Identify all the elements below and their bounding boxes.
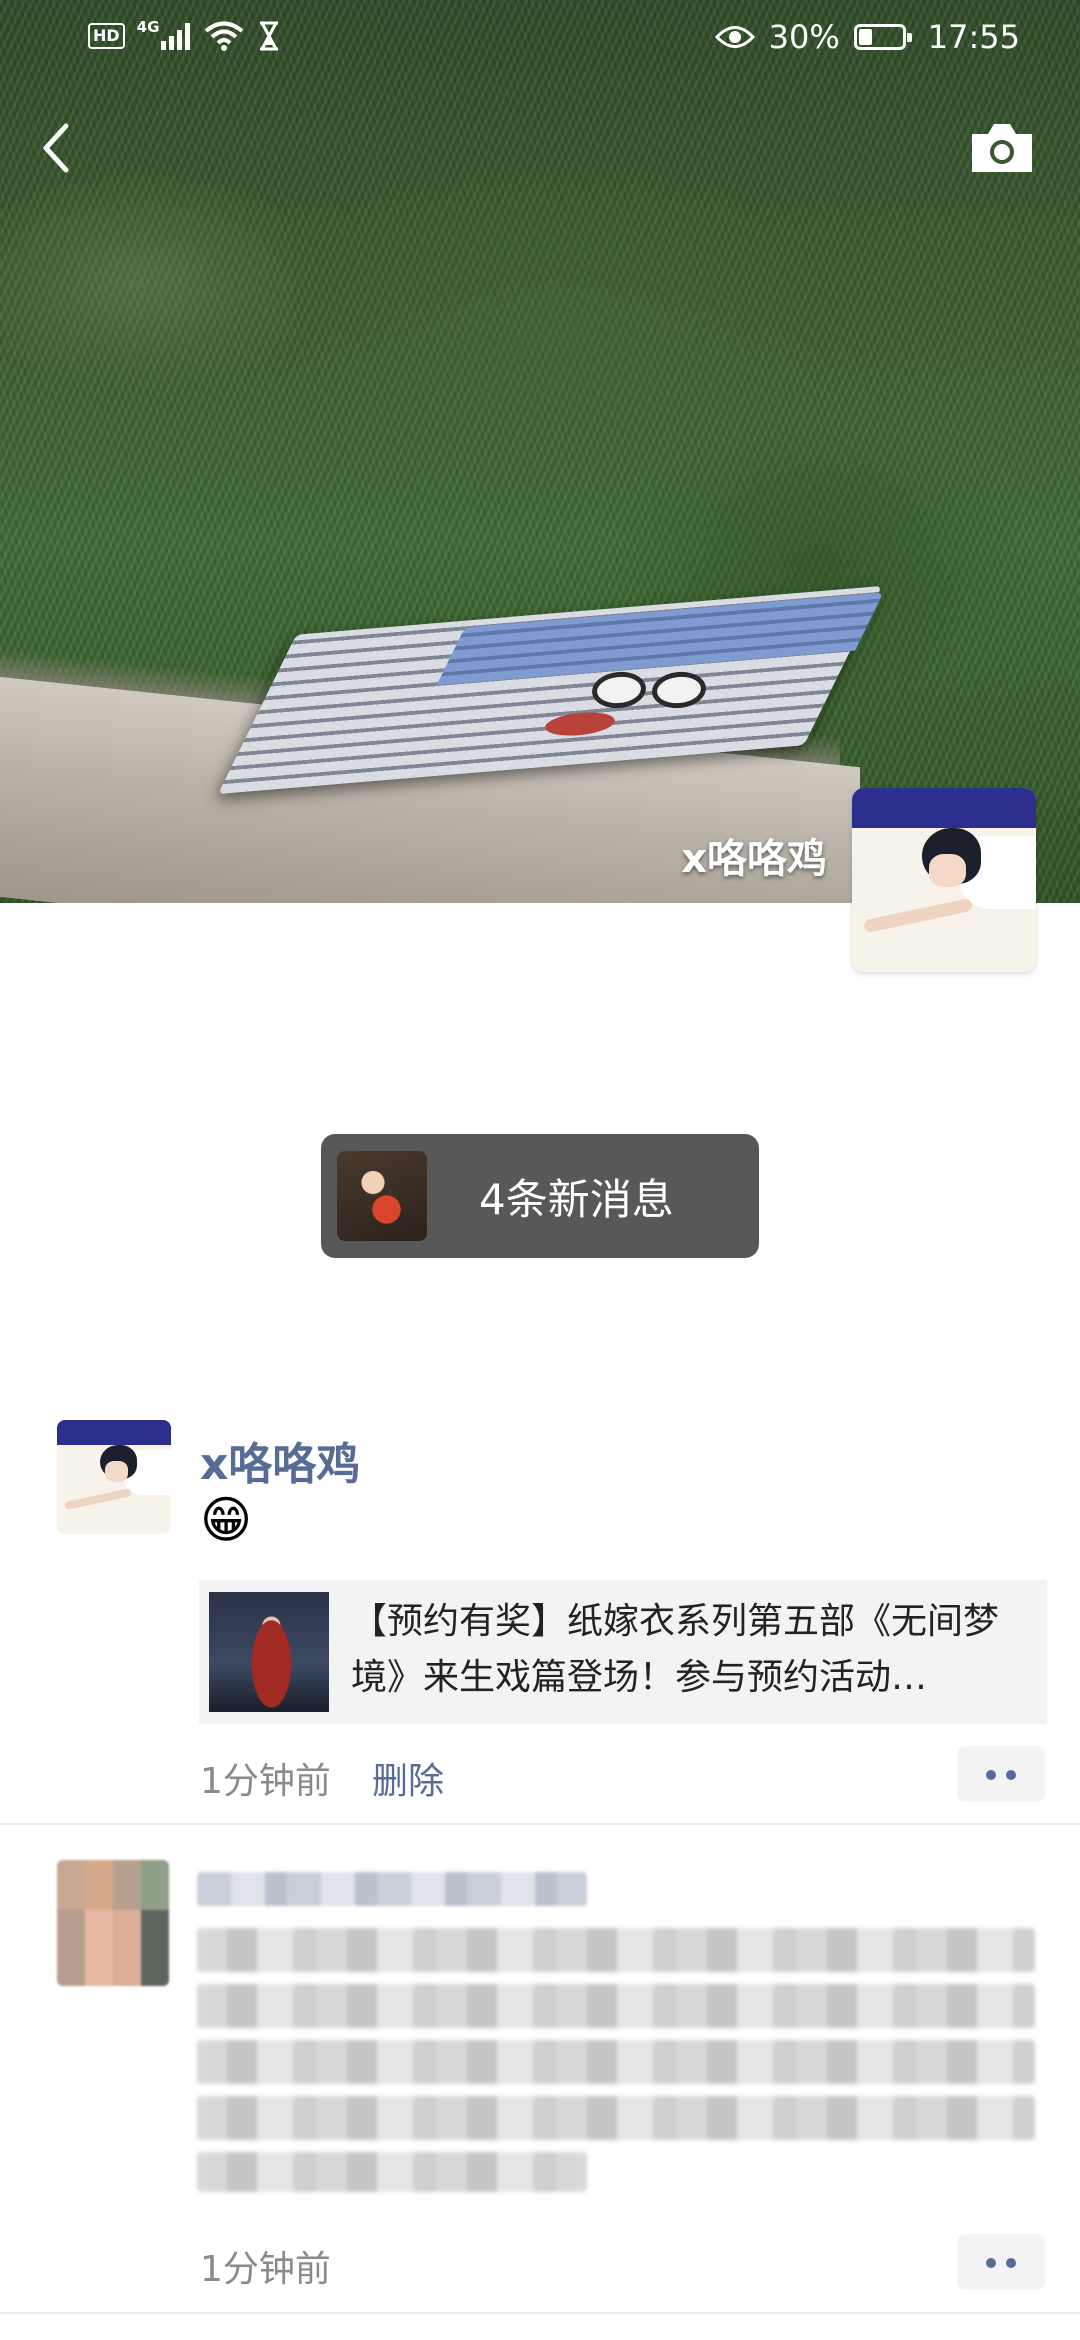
- post-text-blurred-line-4: [197, 2096, 1035, 2140]
- post-author-name[interactable]: x咯咯鸡: [200, 1428, 360, 1492]
- post-timestamp: 1分钟前: [200, 1761, 331, 1802]
- post-avatar-blurred[interactable]: [57, 1860, 169, 1986]
- battery-percent: 30%: [768, 18, 840, 56]
- link-title: 【预约有奖】纸嫁衣系列第五部《无间梦境》来生戏篇登场！参与预约活动…: [351, 1601, 1000, 1698]
- delete-post-link[interactable]: 删除: [372, 1752, 444, 1804]
- camera-icon[interactable]: [968, 120, 1036, 176]
- status-bar: HD 4G 30% 17:55: [0, 0, 1080, 80]
- post-more-button[interactable]: [957, 2234, 1045, 2290]
- new-messages-label: 4条新消息: [479, 1174, 674, 1224]
- signal-icon: 4G: [137, 18, 190, 50]
- profile-avatar[interactable]: [852, 788, 1036, 972]
- battery-icon: [853, 24, 912, 50]
- status-right: 30% 17:55: [714, 18, 1020, 56]
- profile-name[interactable]: x咯咯鸡: [681, 826, 827, 884]
- post-author-name-blurred[interactable]: [197, 1872, 587, 1906]
- avatar-illustration: [57, 1420, 171, 1534]
- chevron-left-icon[interactable]: [36, 118, 76, 178]
- avatar-illustration: [852, 788, 1036, 972]
- post-timestamp: 1分钟前: [200, 2249, 331, 2290]
- post-divider: [0, 1823, 1080, 1825]
- post-more-button[interactable]: [957, 1746, 1045, 1802]
- post-text-blurred-line-3: [197, 2040, 1035, 2084]
- post-text-blurred-line-5: [197, 2152, 587, 2192]
- post-avatar[interactable]: [57, 1420, 171, 1534]
- more-dots-icon-dot: [1006, 1770, 1016, 1780]
- more-dots-icon-dot: [1006, 2258, 1016, 2268]
- status-left: HD 4G: [88, 18, 280, 52]
- post-divider: [0, 2312, 1080, 2314]
- clock: 17:55: [927, 18, 1020, 56]
- shared-link-card[interactable]: 【预约有奖】纸嫁衣系列第五部《无间梦境》来生戏篇登场！参与预约活动…: [199, 1580, 1047, 1724]
- hourglass-icon: [259, 21, 278, 51]
- cover-photo[interactable]: [0, 0, 1080, 903]
- new-messages-button[interactable]: 4条新消息: [321, 1134, 759, 1258]
- more-dots-icon: [986, 2258, 996, 2268]
- hd-icon: HD: [88, 23, 125, 49]
- post-emoji-content: 😁: [200, 1491, 253, 1549]
- wifi-icon: [204, 21, 243, 51]
- more-dots-icon: [986, 1770, 996, 1780]
- network-type-label: 4G: [136, 18, 160, 36]
- new-message-avatar: [337, 1151, 427, 1241]
- battery-fill: [858, 29, 872, 45]
- post-text-blurred-line-2: [197, 1984, 1035, 2028]
- link-thumbnail: [209, 1592, 329, 1712]
- eye-icon: [714, 26, 755, 48]
- post-text-blurred-line-1: [197, 1928, 1035, 1972]
